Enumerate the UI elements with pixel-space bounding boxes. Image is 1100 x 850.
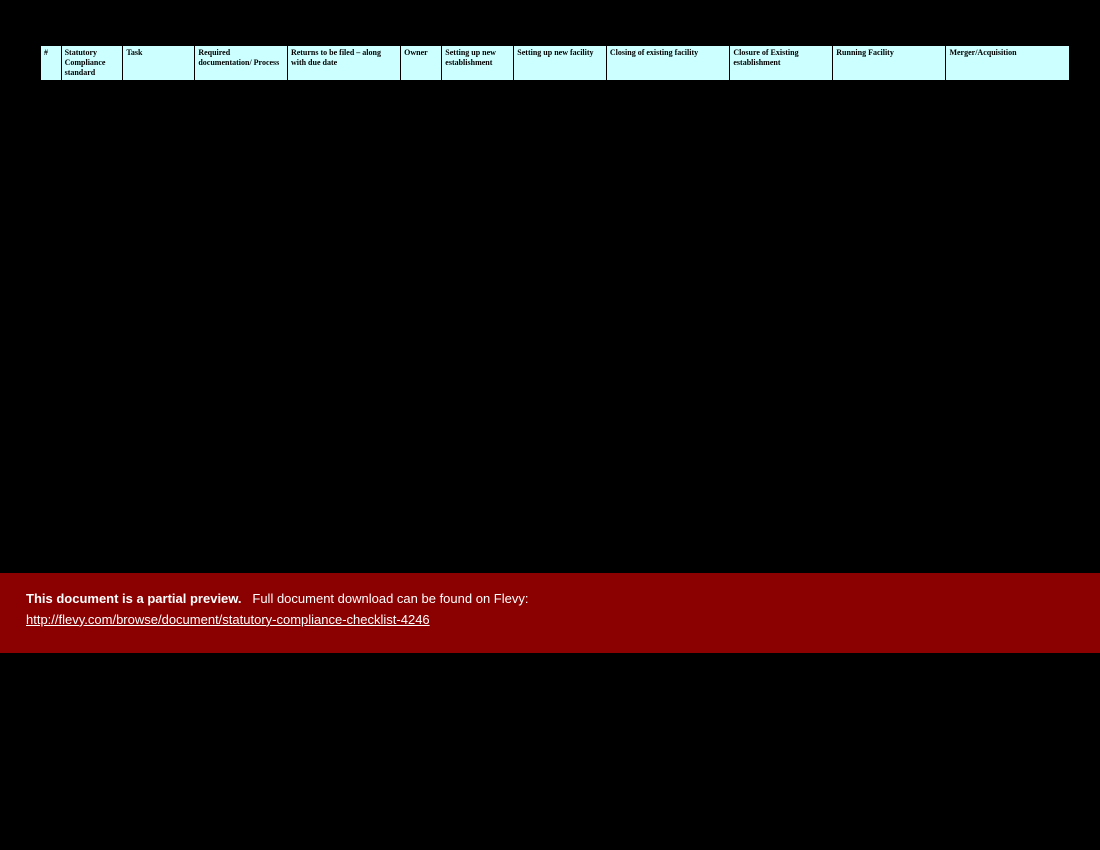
col-header: Closure of Existing establishment: [730, 46, 833, 81]
col-header: Task: [123, 46, 195, 81]
col-header: Returns to be filed – along with due dat…: [287, 46, 400, 81]
banner-link[interactable]: http://flevy.com/browse/document/statuto…: [26, 612, 430, 627]
banner-lead: This document is a partial preview.: [26, 591, 242, 606]
compliance-table: #Statutory Compliance standardTaskRequir…: [40, 45, 1070, 81]
table-header-row: #Statutory Compliance standardTaskRequir…: [41, 46, 1070, 81]
col-header: Required documentation/ Process: [195, 46, 288, 81]
banner-rest: Full document download can be found on F…: [245, 591, 528, 606]
col-header: Closing of existing facility: [606, 46, 729, 81]
col-header: Merger/Acquisition: [946, 46, 1070, 81]
col-header: Statutory Compliance standard: [61, 46, 123, 81]
table-header-container: #Statutory Compliance standardTaskRequir…: [40, 45, 1070, 81]
col-header: Setting up new facility: [514, 46, 607, 81]
preview-banner: This document is a partial preview. Full…: [0, 573, 1100, 653]
col-header: Running Facility: [833, 46, 946, 81]
col-header: Setting up new establishment: [442, 46, 514, 81]
col-header: Owner: [401, 46, 442, 81]
col-header: #: [41, 46, 62, 81]
